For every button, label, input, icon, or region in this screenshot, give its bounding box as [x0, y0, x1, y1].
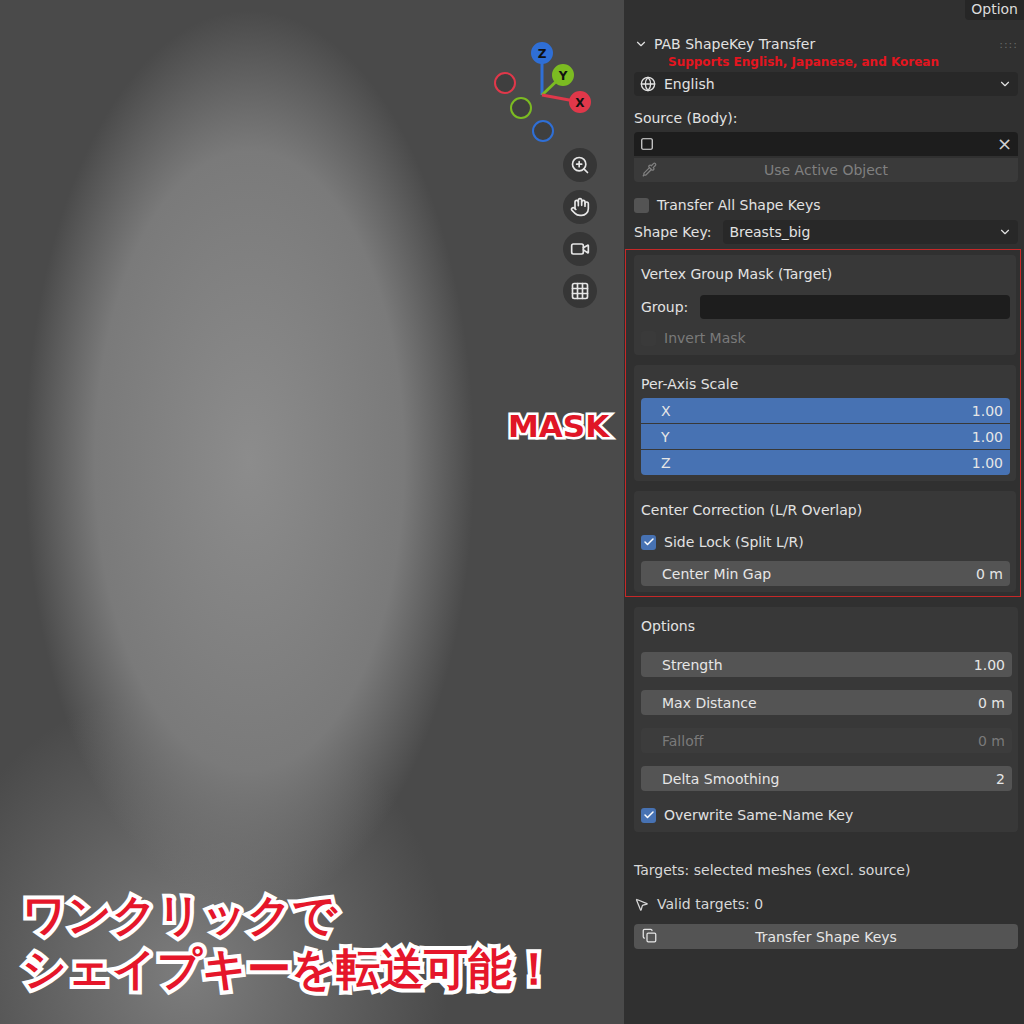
transfer-icon	[642, 928, 657, 943]
viewport-render	[0, 0, 624, 1024]
eyedropper-icon	[642, 162, 657, 177]
cursor-icon	[634, 897, 649, 912]
zoom-icon	[570, 155, 590, 175]
object-icon	[640, 137, 654, 151]
checkbox[interactable]	[641, 535, 656, 550]
checkbox[interactable]	[641, 331, 656, 346]
svg-text:X: X	[575, 96, 585, 110]
pan-button[interactable]	[563, 190, 597, 224]
viewport[interactable]: ZYX MASK ワンクリックでシェイプキーを転送可能！	[0, 0, 624, 1024]
chevron-icon	[998, 77, 1012, 91]
chevron-icon	[998, 225, 1012, 239]
checkbox[interactable]	[641, 808, 656, 823]
group-row: Group:	[641, 295, 1010, 319]
axis-gizmo-icon[interactable]: ZYX	[490, 40, 600, 150]
clear-button[interactable]: ×	[997, 135, 1012, 153]
mask-frame: Vertex Group Mask (Target)Group:Invert M…	[625, 249, 1021, 597]
checkbox-row[interactable]: Overwrite Same-Name Key	[641, 804, 1012, 826]
check-icon	[643, 809, 655, 821]
check-icon	[643, 536, 655, 548]
language-dropdown[interactable]: English	[634, 72, 1018, 96]
caption-annotation: ワンクリックでシェイプキーを転送可能！	[22, 888, 556, 996]
source-field[interactable]: ×	[634, 132, 1018, 156]
settings-section: Center Correction (L/R Overlap)Side Lock…	[634, 491, 1016, 592]
checkbox-row[interactable]: Transfer All Shape Keys	[634, 194, 1018, 216]
hand-icon	[570, 197, 590, 217]
ortho-button[interactable]	[563, 274, 597, 308]
blender-window: ZYXMASKワンクリックでシェイプキーを転送可能！OptionPAB Shap…	[0, 0, 1024, 1024]
number-field[interactable]: Max Distance0 m	[641, 690, 1012, 715]
globe-icon	[640, 76, 656, 92]
camera-icon	[570, 239, 590, 259]
targets-note: Targets: selected meshes (excl. source)	[634, 860, 1018, 880]
use-active-button[interactable]: Use Active Object	[634, 158, 1018, 182]
grid-icon	[570, 281, 590, 301]
number-field[interactable]: Falloff0 m	[641, 728, 1012, 753]
mask-annotation: MASK	[508, 408, 609, 444]
checkbox-row[interactable]: Invert Mask	[641, 327, 1010, 349]
panel-header[interactable]: PAB ShapeKey Transfer::::	[634, 33, 1018, 55]
language-note: Supports English, Japanese, and Korean	[668, 55, 1018, 69]
group-field[interactable]	[700, 295, 1010, 319]
nav-buttons	[563, 148, 597, 308]
settings-section: Per-Axis ScaleX1.00Y1.00Z1.00	[634, 365, 1016, 481]
axis-field[interactable]: X1.00	[641, 398, 1010, 423]
drag-handle[interactable]: ::::	[999, 38, 1018, 51]
number-field[interactable]: Strength1.00	[641, 652, 1012, 677]
shape-key-dropdown[interactable]: Breasts_big	[723, 220, 1018, 244]
checkbox-row[interactable]: Side Lock (Split L/R)	[641, 531, 1010, 553]
zoom-button[interactable]	[563, 148, 597, 182]
settings-section: Vertex Group Mask (Target)Group:Invert M…	[634, 255, 1016, 355]
axis-field[interactable]: Z1.00	[641, 450, 1010, 475]
options-section: OptionsStrength1.00Max Distance0 mFallof…	[634, 607, 1018, 832]
camera-button[interactable]	[563, 232, 597, 266]
valid-targets: Valid targets: 0	[634, 894, 1018, 914]
chevron-icon	[634, 37, 648, 51]
svg-text:Y: Y	[558, 69, 568, 83]
sidebar-panel: OptionPAB ShapeKey Transfer::::Supports …	[624, 0, 1024, 1024]
option-tab[interactable]: Option	[965, 0, 1024, 20]
source-label: Source (Body):	[634, 108, 1018, 128]
svg-text:Z: Z	[538, 47, 547, 61]
shape-key-row: Shape Key:Breasts_big	[634, 220, 1018, 244]
axis-field[interactable]: Y1.00	[641, 424, 1010, 449]
transfer-button[interactable]: Transfer Shape Keys	[634, 924, 1018, 949]
number-field[interactable]: Center Min Gap0 m	[641, 561, 1010, 586]
checkbox[interactable]	[634, 198, 649, 213]
number-field[interactable]: Delta Smoothing2	[641, 766, 1012, 791]
